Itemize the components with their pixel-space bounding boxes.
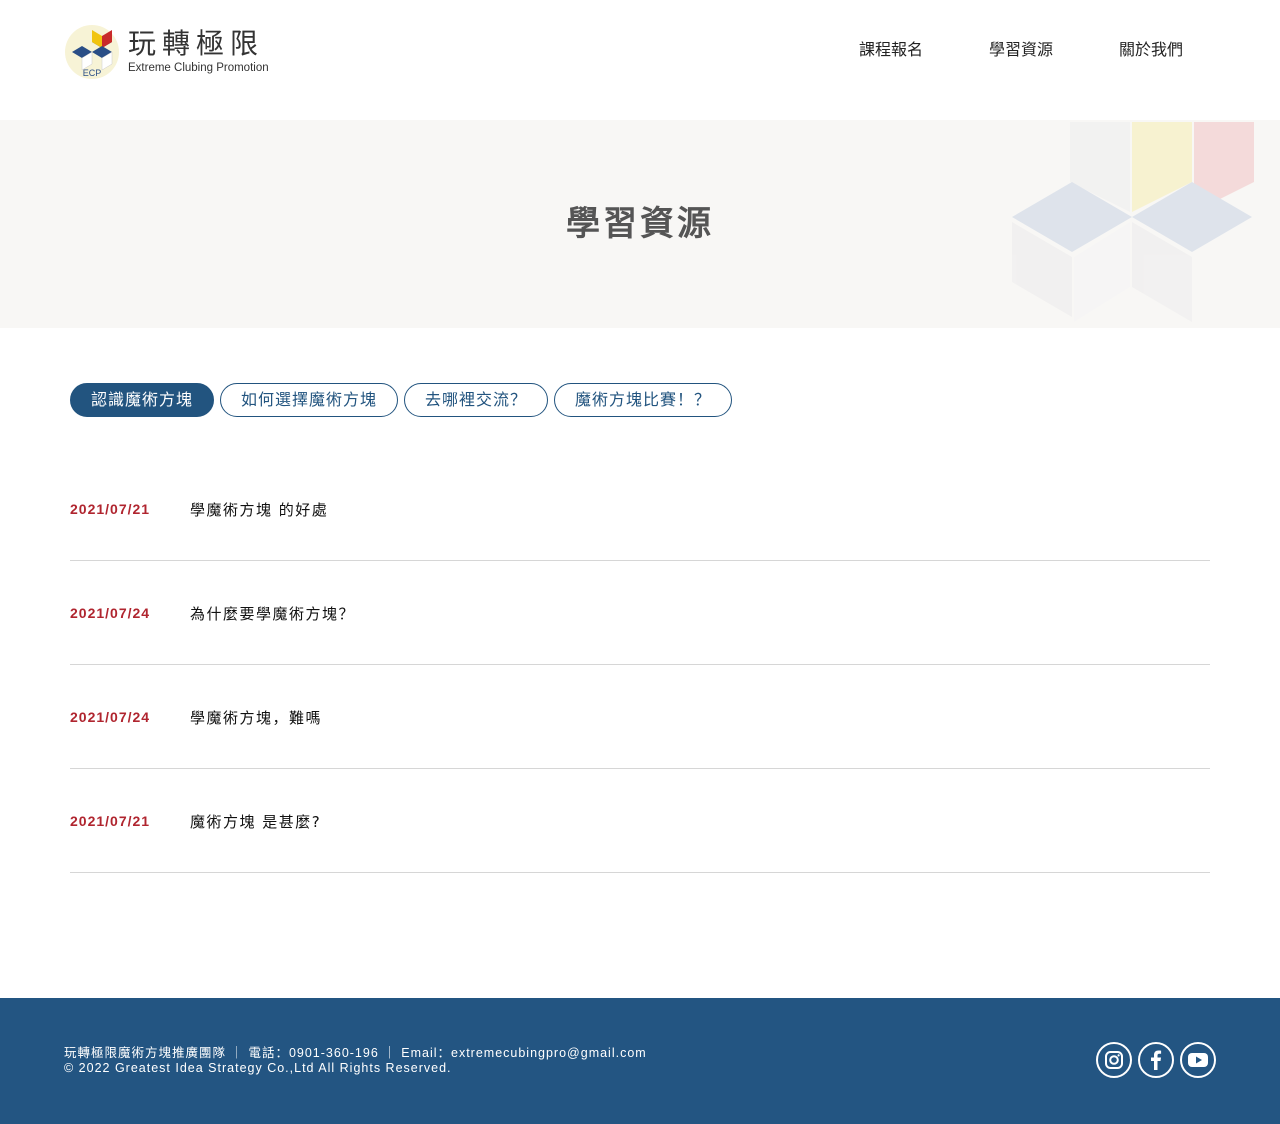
tab-how-to-choose-cube[interactable]: 如何選擇魔術方塊 <box>220 383 399 417</box>
article-row[interactable]: 2021/07/21 學魔術方塊 的好處 <box>70 457 1210 561</box>
category-tabs: 認識魔術方塊 如何選擇魔術方塊 去哪裡交流？ 魔術方塊比賽！？ <box>70 383 738 417</box>
article-date: 2021/07/21 <box>70 501 151 517</box>
logo-mark-text: ECP <box>83 68 102 78</box>
tab-where-to-meet[interactable]: 去哪裡交流？ <box>404 383 549 417</box>
brand-tagline: Extreme Clubing Promotion <box>128 62 269 74</box>
nav-item-course-registration[interactable]: 課程報名 <box>859 38 923 62</box>
site-logo[interactable]: ECP 玩轉極限 Extreme Clubing Promotion <box>64 24 274 80</box>
facebook-link[interactable] <box>1138 1042 1174 1078</box>
footer-copyright: © 2022 Greatest Idea Strategy Co.,Ltd Al… <box>64 1061 452 1075</box>
instagram-link[interactable] <box>1096 1042 1132 1078</box>
article-date: 2021/07/24 <box>70 605 151 621</box>
page-banner: 學習資源 <box>0 120 1280 328</box>
article-list: 2021/07/21 學魔術方塊 的好處 2021/07/24 為什麼要學魔術方… <box>70 457 1210 873</box>
article-date: 2021/07/21 <box>70 813 151 829</box>
tab-cube-competitions[interactable]: 魔術方塊比賽！？ <box>554 383 733 417</box>
tab-intro-rubiks-cube[interactable]: 認識魔術方塊 <box>70 383 215 417</box>
article-row[interactable]: 2021/07/21 魔術方塊 是甚麼? <box>70 769 1210 873</box>
brand-name: 玩轉極限 <box>128 27 265 60</box>
youtube-icon <box>1188 1053 1208 1067</box>
article-row[interactable]: 2021/07/24 為什麼要學魔術方塊？ <box>70 561 1210 665</box>
social-links <box>1090 1042 1216 1078</box>
instagram-icon <box>1105 1051 1123 1069</box>
site-footer: 玩轉極限魔術方塊推廣團隊 ｜ 電話：0901-360-196 ｜ Email：e… <box>0 998 1280 1124</box>
page-title: 學習資源 <box>566 204 714 244</box>
nav-item-learning-resources[interactable]: 學習資源 <box>989 38 1053 62</box>
site-header: ECP 玩轉極限 Extreme Clubing Promotion 課程報名 … <box>0 0 1280 120</box>
facebook-icon <box>1151 1050 1162 1070</box>
article-title[interactable]: 學魔術方塊，難嗎 <box>190 707 322 728</box>
article-title[interactable]: 學魔術方塊 的好處 <box>190 499 328 520</box>
nav-item-about-us[interactable]: 關於我們 <box>1119 38 1183 62</box>
article-row[interactable]: 2021/07/24 學魔術方塊，難嗎 <box>70 665 1210 769</box>
logo-cube-icon: ECP <box>65 25 119 79</box>
article-title[interactable]: 魔術方塊 是甚麼? <box>190 811 321 832</box>
youtube-link[interactable] <box>1180 1042 1216 1078</box>
main-nav: 課程報名 學習資源 關於我們 <box>793 38 1183 62</box>
article-date: 2021/07/24 <box>70 709 151 725</box>
footer-contact: 玩轉極限魔術方塊推廣團隊 ｜ 電話：0901-360-196 ｜ Email：e… <box>64 1046 647 1060</box>
article-title[interactable]: 為什麼要學魔術方塊？ <box>190 603 355 624</box>
